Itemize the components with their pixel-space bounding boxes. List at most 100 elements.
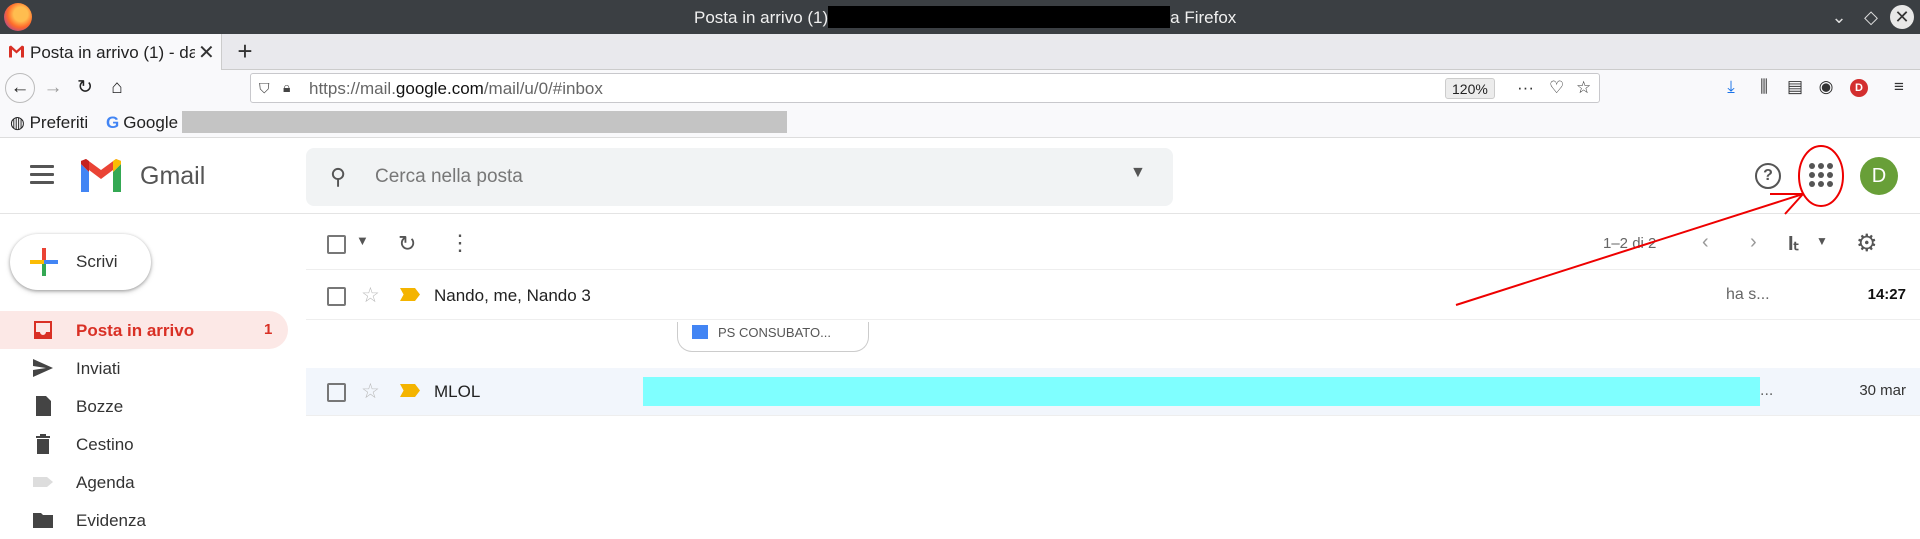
unread-count-badge: 1 bbox=[264, 321, 273, 338]
pagination-count: 1–2 di 2 bbox=[1603, 235, 1657, 252]
input-tools-icon[interactable]: Iₜ bbox=[1788, 231, 1799, 256]
profile-badge-icon[interactable]: D bbox=[1850, 79, 1868, 97]
forward-button[interactable]: → bbox=[40, 75, 66, 101]
new-tab-button[interactable]: + bbox=[230, 37, 260, 67]
next-page-chevron-icon[interactable]: › bbox=[1750, 231, 1757, 254]
important-marker-icon[interactable] bbox=[400, 288, 420, 301]
sidebar-item-label: Agenda bbox=[76, 473, 135, 492]
url-domain: google.com bbox=[395, 79, 484, 98]
globe-icon: ◍ bbox=[10, 113, 25, 132]
more-options-icon[interactable]: ⋮ bbox=[449, 230, 471, 256]
bookmark-google[interactable]: G Google bbox=[106, 113, 178, 133]
google-icon: G bbox=[106, 113, 120, 132]
trash-icon bbox=[36, 434, 50, 454]
url-prefix: https://mail. bbox=[309, 79, 396, 98]
tracking-shield-icon[interactable]: ⛉ bbox=[259, 80, 270, 97]
search-icon[interactable]: ⚲ bbox=[330, 164, 346, 190]
mail-sender: MLOL bbox=[434, 382, 481, 401]
close-tab-icon[interactable]: ✕ bbox=[198, 40, 215, 65]
mail-date: 30 mar bbox=[1859, 382, 1906, 399]
lock-icon[interactable]: 🔒︎ bbox=[283, 79, 290, 96]
sidebar-item-label: Evidenza bbox=[76, 511, 146, 530]
main-menu-icon[interactable] bbox=[30, 165, 54, 185]
sidebar-icon[interactable]: ▤ bbox=[1784, 77, 1806, 97]
redacted-block bbox=[643, 377, 1760, 406]
url-bar[interactable]: ⛉ 🔒︎ https://mail.google.com/mail/u/0/#i… bbox=[250, 73, 1600, 103]
label-icon bbox=[33, 477, 53, 487]
refresh-icon[interactable]: ↻ bbox=[398, 231, 416, 257]
window-title-text: Posta in arrivo (1) bbox=[694, 8, 829, 27]
bookmark-star-icon[interactable]: ☆ bbox=[1576, 78, 1591, 98]
close-window-button[interactable]: ✕ bbox=[1890, 5, 1914, 29]
mail-select-checkbox[interactable] bbox=[327, 287, 346, 306]
compose-button[interactable]: Scrivi bbox=[10, 234, 151, 290]
sidebar-item-agenda[interactable]: Agenda bbox=[0, 463, 288, 501]
sidebar-item-sent[interactable]: Inviati bbox=[0, 349, 288, 387]
window-titlebar: Posta in arrivo (1) a Firefox ⌄ ◇ ✕ bbox=[0, 0, 1920, 34]
mail-row[interactable]: ☆ Nando, me, Nando 3 ha s... 14:27 bbox=[306, 272, 1920, 320]
draft-icon bbox=[36, 396, 51, 416]
mail-toolbar: ▼ ↻ ⋮ 1–2 di 2 ‹ › Iₜ ▼ ⚙ bbox=[306, 220, 1920, 270]
mail-snippet: ... bbox=[1760, 382, 1774, 399]
bookmarks-bar: ◍ Preferiti G Google bbox=[0, 106, 1920, 138]
sidebar-item-trash[interactable]: Cestino bbox=[0, 425, 288, 463]
gmail-wordmark[interactable]: Gmail bbox=[140, 162, 205, 191]
gmail-logo-icon[interactable] bbox=[78, 158, 124, 194]
settings-gear-icon[interactable]: ⚙ bbox=[1856, 229, 1878, 258]
inbox-icon bbox=[34, 321, 52, 339]
bookmark-preferiti[interactable]: ◍ Preferiti bbox=[10, 113, 88, 133]
redacted-block bbox=[828, 5, 1171, 28]
document-icon bbox=[692, 325, 708, 339]
hamburger-menu-icon[interactable]: ≡ bbox=[1888, 77, 1910, 97]
download-icon[interactable]: ⤓ bbox=[1720, 77, 1742, 97]
zoom-level-badge[interactable]: 120% bbox=[1445, 78, 1495, 99]
sidebar-item-label: Cestino bbox=[76, 435, 134, 454]
gmail-header: Gmail ⚲ Cerca nella posta ▼ ? D bbox=[0, 138, 1920, 214]
account-icon[interactable]: ◉ bbox=[1815, 77, 1837, 97]
pocket-icon[interactable]: ♡ bbox=[1549, 78, 1564, 98]
plus-icon bbox=[30, 248, 58, 276]
redacted-block bbox=[182, 111, 787, 133]
navigation-bar: ← → ↻ ⌂ ⛉ 🔒︎ https://mail.google.com/mai… bbox=[0, 70, 1920, 106]
mail-select-checkbox[interactable] bbox=[327, 383, 346, 402]
firefox-logo-icon bbox=[4, 3, 32, 31]
prev-page-chevron-icon[interactable]: ‹ bbox=[1702, 231, 1709, 254]
page-actions-icon[interactable]: ··· bbox=[1517, 78, 1534, 98]
sidebar-item-label: Bozze bbox=[76, 397, 124, 416]
bookmark-label: Preferiti bbox=[29, 113, 89, 132]
reload-button[interactable]: ↻ bbox=[72, 75, 98, 101]
back-button[interactable]: ← bbox=[5, 73, 35, 103]
mail-snippet: ha s... bbox=[1726, 286, 1770, 303]
home-button[interactable]: ⌂ bbox=[104, 75, 130, 101]
tab-bar: Posta in arrivo (1) - da ✕ + bbox=[0, 34, 1920, 70]
important-marker-icon[interactable] bbox=[400, 384, 420, 397]
help-icon[interactable]: ? bbox=[1755, 163, 1781, 189]
attachment-chip[interactable]: PS CONSUBATO... bbox=[677, 322, 869, 352]
minimize-button[interactable]: ⌄ bbox=[1827, 5, 1851, 29]
gmail-favicon-icon bbox=[9, 45, 24, 58]
window-title: Posta in arrivo (1) a Firefox bbox=[694, 5, 1237, 28]
window-title-suffix: a Firefox bbox=[1170, 8, 1237, 27]
select-all-checkbox[interactable] bbox=[327, 235, 346, 254]
google-apps-grid-icon[interactable] bbox=[1809, 163, 1833, 187]
tab-title: Posta in arrivo (1) - da bbox=[30, 43, 195, 62]
search-options-chevron-icon[interactable]: ▼ bbox=[1130, 164, 1146, 182]
sidebar-item-inbox[interactable]: Posta in arrivo 1 bbox=[0, 311, 288, 349]
folder-icon bbox=[33, 513, 53, 528]
star-icon[interactable]: ☆ bbox=[361, 283, 380, 308]
input-tools-chevron-icon[interactable]: ▼ bbox=[1816, 234, 1828, 248]
mail-sender: Nando, me, Nando 3 bbox=[434, 286, 591, 305]
account-avatar[interactable]: D bbox=[1860, 157, 1898, 195]
sidebar-item-drafts[interactable]: Bozze bbox=[0, 387, 288, 425]
sidebar-item-evidenza[interactable]: Evidenza bbox=[0, 501, 288, 539]
tab-gmail[interactable]: Posta in arrivo (1) - da ✕ bbox=[0, 34, 222, 70]
mail-search-input[interactable]: ⚲ Cerca nella posta ▼ bbox=[306, 148, 1173, 206]
maximize-button[interactable]: ◇ bbox=[1859, 5, 1883, 29]
library-icon[interactable]: ⫼ bbox=[1753, 77, 1775, 97]
star-icon[interactable]: ☆ bbox=[361, 379, 380, 404]
select-dropdown-chevron-icon[interactable]: ▼ bbox=[356, 233, 369, 248]
bookmark-label: Google bbox=[123, 113, 179, 132]
attachment-name: PS CONSUBATO... bbox=[718, 325, 831, 340]
compose-label: Scrivi bbox=[76, 252, 118, 271]
url-text[interactable]: https://mail.google.com/mail/u/0/#inbox bbox=[309, 79, 603, 99]
